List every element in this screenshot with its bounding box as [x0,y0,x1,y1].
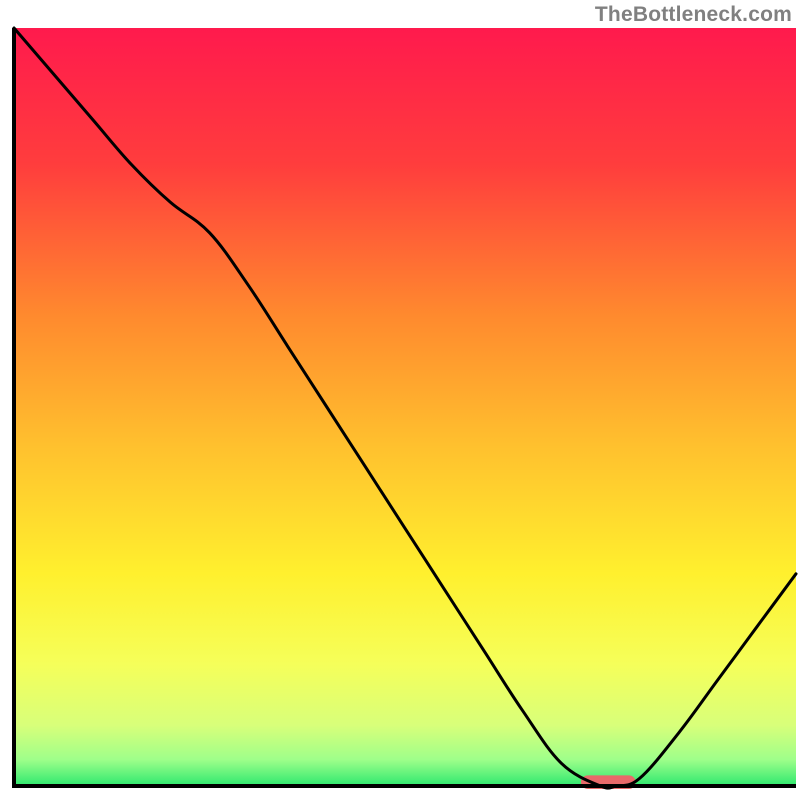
watermark-text: TheBottleneck.com [595,3,792,27]
chart-container: TheBottleneck.com [0,0,800,800]
chart-background [14,28,796,786]
bottleneck-chart [0,0,800,800]
